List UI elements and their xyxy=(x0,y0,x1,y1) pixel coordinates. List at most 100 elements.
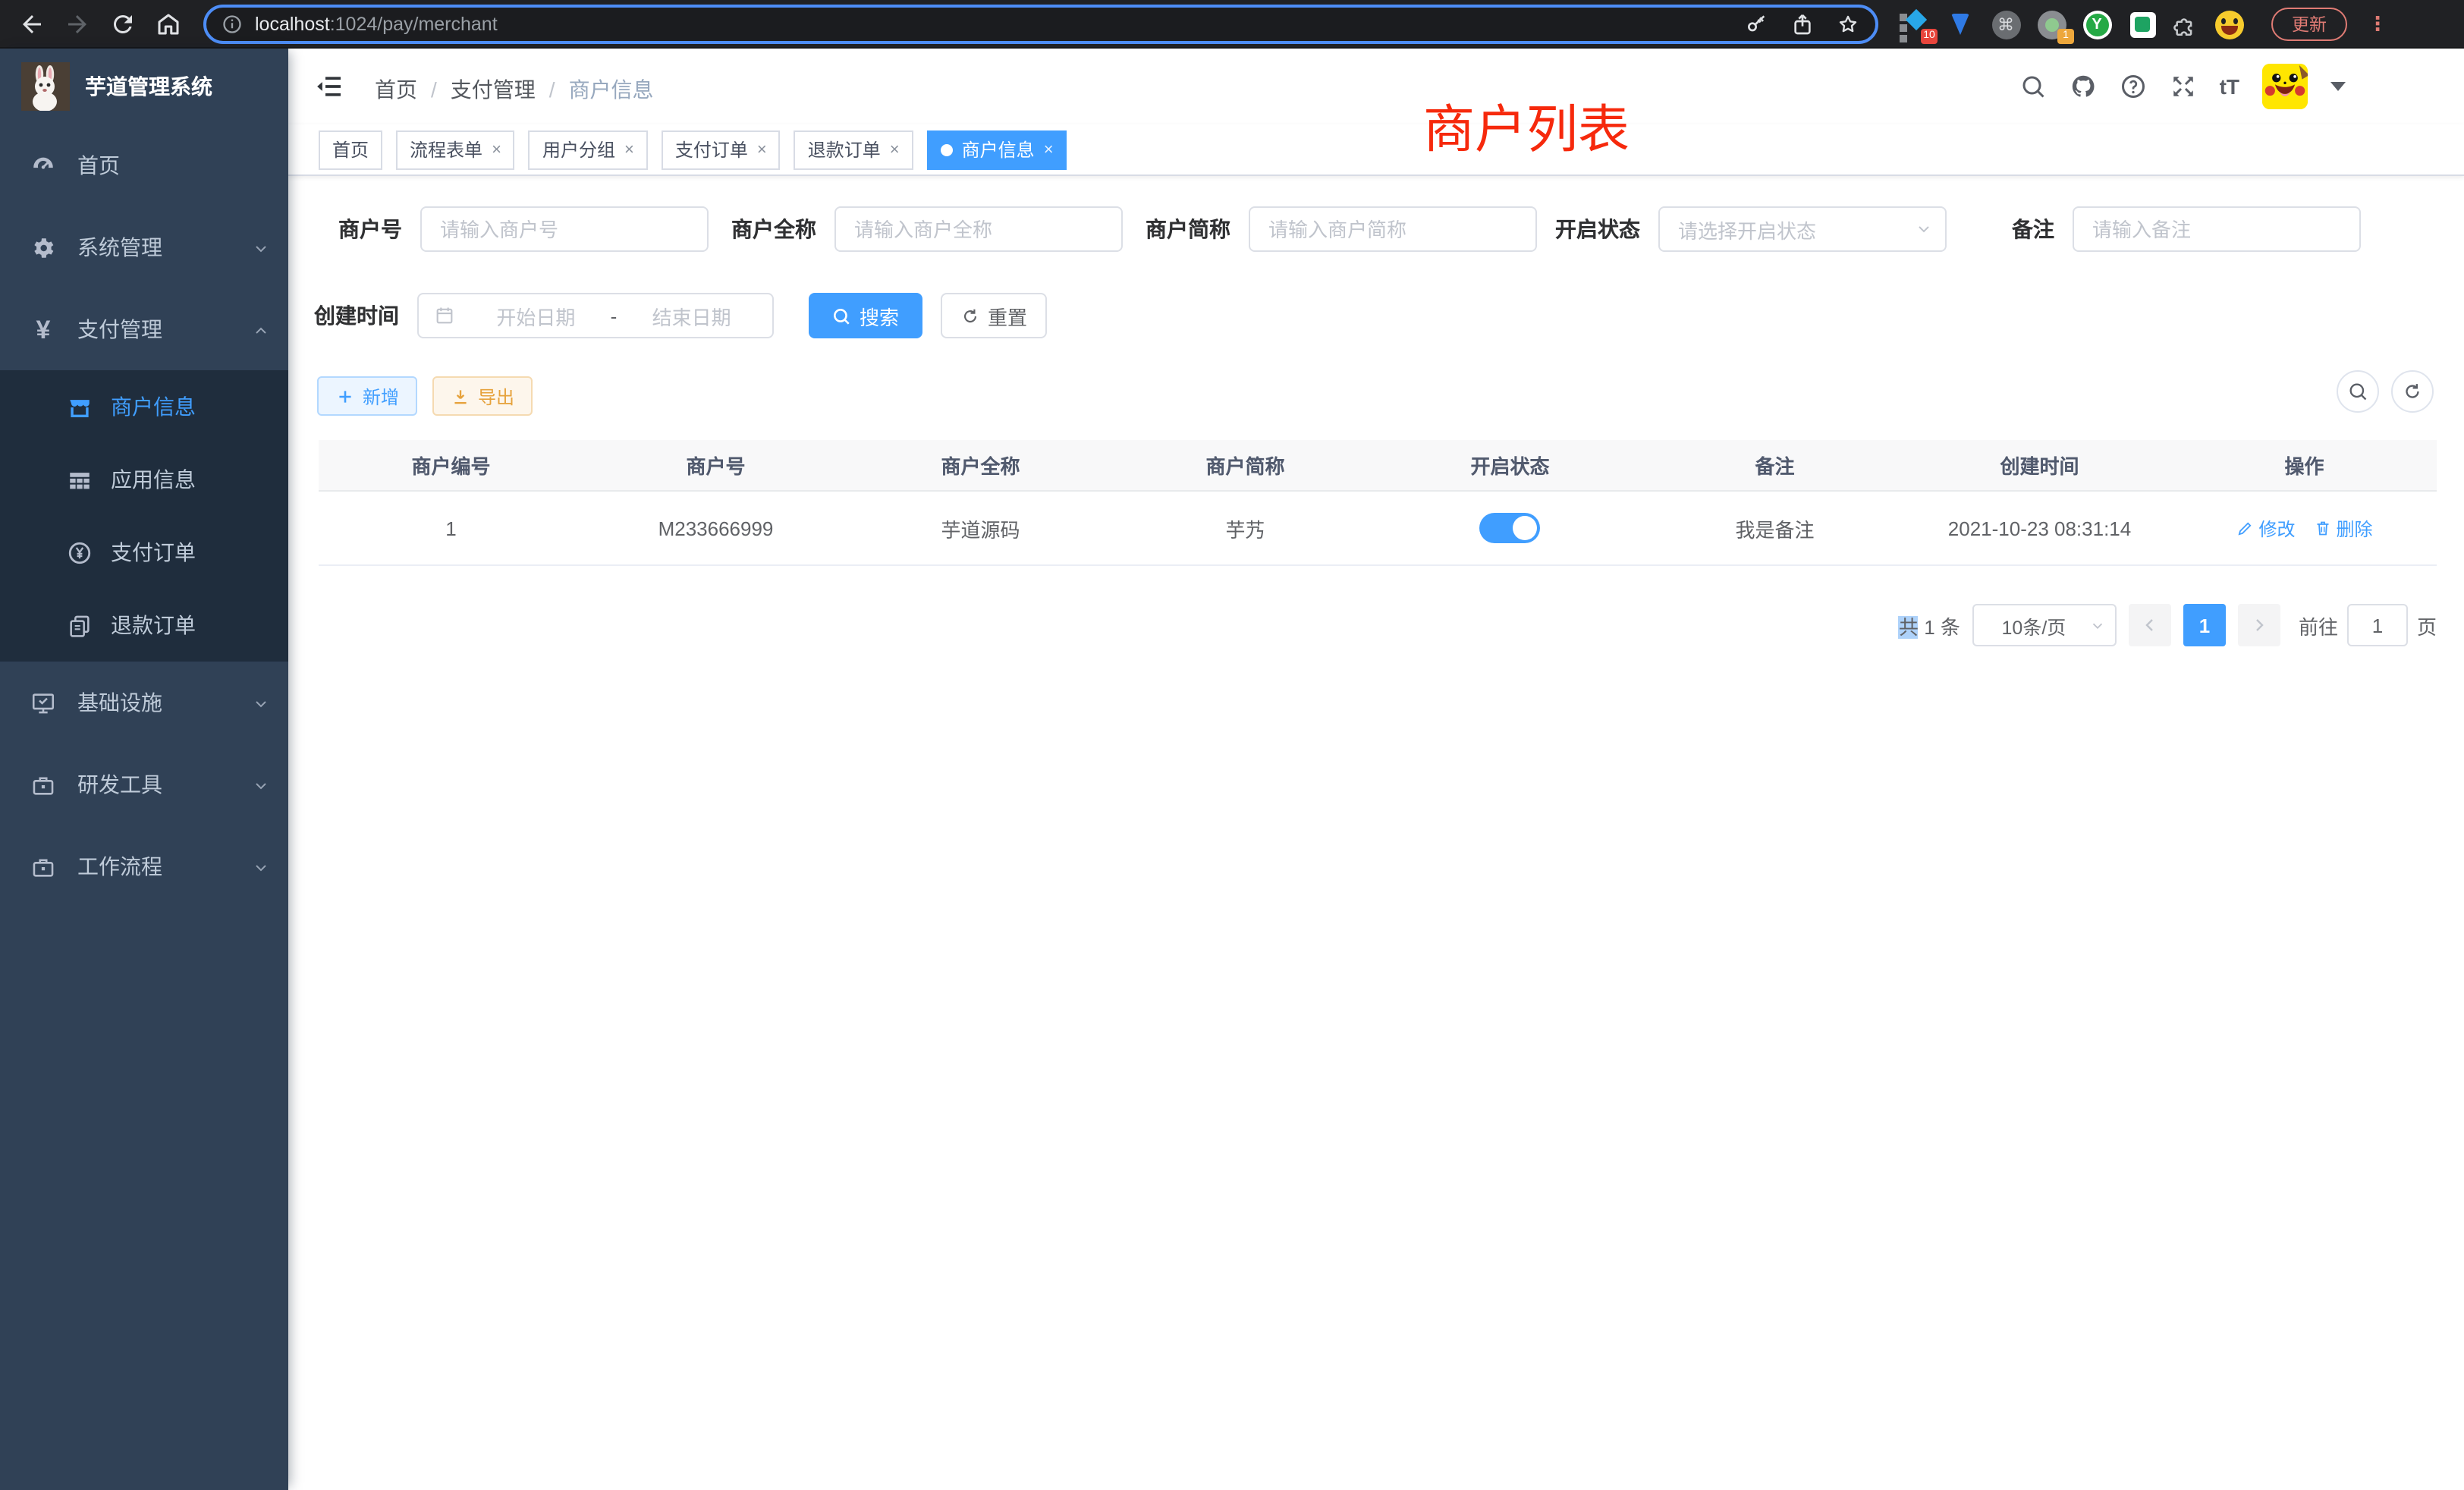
merchant-no-input[interactable] xyxy=(420,206,709,252)
tab-close-icon[interactable]: × xyxy=(492,140,501,159)
status-select[interactable]: 请选择开启状态 xyxy=(1658,206,1947,252)
short-name-input[interactable] xyxy=(1249,206,1537,252)
sidebar-item-home[interactable]: 首页 xyxy=(0,124,288,206)
cell-create-time: 2021-10-23 08:31:14 xyxy=(1907,492,2172,564)
tab-refund-order[interactable]: 退款订单× xyxy=(794,130,913,169)
site-info-icon[interactable] xyxy=(222,14,243,35)
browser-back-icon[interactable] xyxy=(18,10,46,37)
status-toggle[interactable] xyxy=(1480,513,1541,543)
sidebar-item-label: 研发工具 xyxy=(77,769,162,800)
refresh-icon xyxy=(960,306,980,325)
tab-user-group[interactable]: 用户分组× xyxy=(529,130,648,169)
extension-y-icon[interactable]: Y xyxy=(2082,9,2112,39)
filter-label: 商户全称 xyxy=(725,214,816,244)
sidebar-item-payment[interactable]: ¥ 支付管理 xyxy=(0,288,288,370)
chevron-down-icon xyxy=(252,775,270,794)
browser-menu-icon[interactable]: ⋮ xyxy=(2367,8,2388,41)
tab-close-icon[interactable]: × xyxy=(757,140,767,159)
profile-emoji-icon[interactable] xyxy=(2214,9,2244,39)
date-range-picker[interactable]: 开始日期 - 结束日期 xyxy=(417,293,774,338)
fullscreen-icon[interactable] xyxy=(2170,73,2197,100)
add-button[interactable]: 新增 xyxy=(317,376,417,416)
toggle-search-button[interactable] xyxy=(2337,370,2379,413)
breadcrumb-current: 商户信息 xyxy=(569,74,654,105)
browser-home-icon[interactable] xyxy=(155,10,182,37)
tab-close-icon[interactable]: × xyxy=(890,140,900,159)
tab-home[interactable]: 首页 xyxy=(319,130,382,169)
browser-update-button[interactable]: 更新 xyxy=(2271,8,2347,41)
sidebar-item-merchant-info[interactable]: 商户信息 xyxy=(0,370,288,443)
bookmark-star-icon[interactable] xyxy=(1836,12,1860,36)
next-page-button[interactable] xyxy=(2238,604,2280,646)
sidebar-item-dev-tools[interactable]: 研发工具 xyxy=(0,743,288,825)
add-button-label: 新增 xyxy=(363,383,399,409)
avatar-caret-icon[interactable] xyxy=(2330,82,2346,91)
sidebar-item-workflow[interactable]: 工作流程 xyxy=(0,825,288,907)
delete-link[interactable]: 删除 xyxy=(2314,515,2373,541)
refresh-icon xyxy=(2402,381,2423,402)
password-key-icon[interactable] xyxy=(1745,12,1769,36)
extensions-puzzle-icon[interactable] xyxy=(2173,11,2198,37)
header-search-icon[interactable] xyxy=(2019,73,2047,100)
filter-remark: 备注 xyxy=(1963,206,2361,252)
y-glyph: Y xyxy=(2085,13,2108,36)
font-size-icon[interactable]: tT xyxy=(2220,74,2239,99)
tab-process-form[interactable]: 流程表单 × xyxy=(396,130,515,169)
page-size-select[interactable]: 10条/页 xyxy=(1972,604,2117,646)
help-icon[interactable] xyxy=(2120,73,2147,100)
yen-circle-icon xyxy=(67,539,93,565)
extension-camera-icon[interactable]: 1 xyxy=(2036,9,2066,39)
full-name-input[interactable] xyxy=(834,206,1123,252)
app-logo-row[interactable]: 芋道管理系统 xyxy=(0,49,288,124)
github-icon[interactable] xyxy=(2070,73,2097,100)
reset-button[interactable]: 重置 xyxy=(941,293,1047,338)
sidebar-collapse-icon[interactable] xyxy=(314,71,344,102)
refresh-table-button[interactable] xyxy=(2391,370,2434,413)
sidebar-item-infrastructure[interactable]: 基础设施 xyxy=(0,662,288,743)
prev-page-button[interactable] xyxy=(2129,604,2171,646)
sidebar-item-app-info[interactable]: 应用信息 xyxy=(0,443,288,516)
chevron-up-icon xyxy=(252,320,270,338)
address-bar[interactable]: localhost:1024/pay/merchant xyxy=(203,5,1878,44)
calendar-icon xyxy=(434,305,455,326)
remark-input[interactable] xyxy=(2073,206,2361,252)
page-number-1[interactable]: 1 xyxy=(2183,604,2226,646)
edit-link[interactable]: 修改 xyxy=(2236,515,2295,541)
extension-chat-icon[interactable] xyxy=(2127,9,2158,39)
extension-drop-icon[interactable] xyxy=(1945,9,1975,39)
plus-icon xyxy=(335,386,355,406)
tab-label: 流程表单 xyxy=(410,137,482,162)
active-tab-dot xyxy=(941,143,953,156)
chat-square xyxy=(2129,11,2155,37)
sidebar-item-refund-order[interactable]: 退款订单 xyxy=(0,589,288,662)
browser-toolbar: localhost:1024/pay/merchant 10 ⌘ xyxy=(0,0,2464,49)
document-copy-icon xyxy=(67,612,93,638)
user-avatar[interactable] xyxy=(2262,64,2308,109)
search-button[interactable]: 搜索 xyxy=(809,293,922,338)
toggle-knob xyxy=(1513,516,1538,540)
browser-forward-icon[interactable] xyxy=(64,10,91,37)
url-path: :1024/pay/merchant xyxy=(330,14,498,35)
tab-close-icon[interactable]: × xyxy=(1044,140,1054,159)
screen: localhost:1024/pay/merchant 10 ⌘ xyxy=(0,0,2464,1490)
goto-page-input[interactable] xyxy=(2347,604,2408,646)
col-actions: 操作 xyxy=(2172,440,2437,490)
sidebar-item-label: 系统管理 xyxy=(77,232,162,262)
tab-close-icon[interactable]: × xyxy=(624,140,634,159)
extension-command-icon[interactable]: ⌘ xyxy=(1991,9,2021,39)
sidebar-item-system[interactable]: 系统管理 xyxy=(0,206,288,288)
shop-icon xyxy=(67,394,93,420)
extension-diamond-icon[interactable]: 10 xyxy=(1900,9,1930,39)
cell-actions: 修改 删除 xyxy=(2172,492,2437,564)
breadcrumb-payment[interactable]: 支付管理 xyxy=(451,74,536,105)
tab-merchant-info[interactable]: 商户信息× xyxy=(927,130,1067,169)
y-circle: Y xyxy=(2082,10,2111,39)
tab-pay-order[interactable]: 支付订单× xyxy=(662,130,781,169)
share-icon[interactable] xyxy=(1790,12,1815,36)
export-button[interactable]: 导出 xyxy=(432,376,533,416)
browser-reload-icon[interactable] xyxy=(109,10,137,37)
sidebar-item-pay-order[interactable]: 支付订单 xyxy=(0,516,288,589)
filter-label: 备注 xyxy=(1963,214,2054,244)
breadcrumb-home[interactable]: 首页 xyxy=(375,74,417,105)
table-toolbar: 新增 导出 xyxy=(317,373,533,419)
